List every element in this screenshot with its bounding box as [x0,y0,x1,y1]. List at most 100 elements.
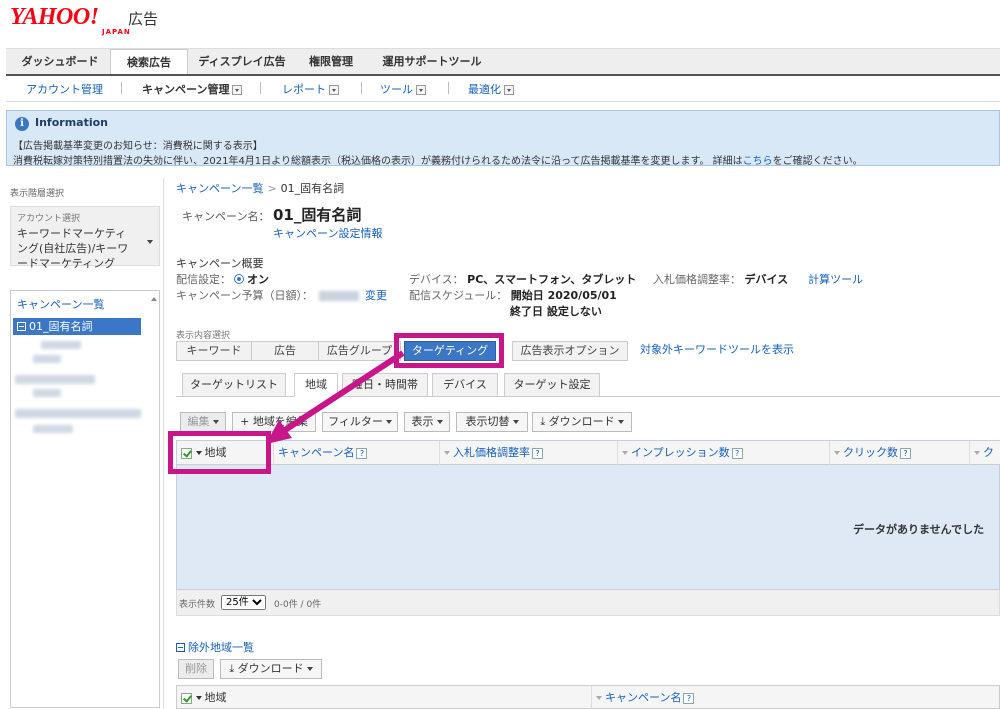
negative-keyword-tool-link[interactable]: 対象外キーワードツールを表示 [640,341,794,357]
budget-setting: キャンペーン予算（日額）： 変更 [176,287,387,303]
record-count: 0-0件 / 0件 [274,600,322,610]
budget-change-link[interactable]: 変更 [365,289,387,302]
sort-icon [974,451,980,455]
col-campaign-name-label: キャンペーン名 [278,446,355,459]
account-selector[interactable]: アカウント選択 キーワードマーケティング(自社広告)/キーワードマーケティング [10,206,160,270]
download-icon: ⤓ [540,415,549,428]
nav-report[interactable]: レポート [282,81,339,97]
delivery-label: 配信設定： [176,273,231,286]
caret-down-icon [436,420,443,424]
col-campaign-name[interactable]: キャンペーン名? [273,441,439,465]
tab-permissions[interactable]: 権限管理 [296,49,366,75]
col-bid-adjustment-label: 入札価格調整率 [453,446,530,459]
radio-on-icon[interactable] [234,274,244,284]
help-icon[interactable]: ? [683,692,695,704]
help-icon[interactable]: ? [532,447,543,459]
subtab-device[interactable]: デバイス [432,373,498,397]
nav-optimize[interactable]: 最適化 [468,81,514,97]
filter-button[interactable]: フィルター [322,412,398,432]
tab-support-tools[interactable]: 運用サポートツール [370,49,494,75]
campaign-list-link[interactable]: キャンペーン一覧 [17,296,104,312]
nav-divider [121,82,122,94]
tab-dashboard[interactable]: ダッシュボード [14,49,106,75]
campaign-settings-link[interactable]: キャンペーン設定情報 [273,225,382,241]
nav-campaign-label: キャンペーン管理 [142,83,230,96]
download-button[interactable]: ⤓ ダウンロード [532,412,632,432]
info-details-link[interactable]: こちら [743,156,773,167]
help-icon[interactable]: ? [356,447,368,459]
edit-button[interactable]: 編集 [180,412,226,432]
filter-button-label: フィルター [328,415,383,428]
caret-down-icon [212,420,219,424]
device-value: PC、スマートフォン、タブレット [467,273,637,286]
col-impressions[interactable]: インプレッション数? [617,441,829,465]
nav-account-management[interactable]: アカウント管理 [26,81,103,97]
grid-toolbar: 編集 + 地域を編集 フィルター 表示 表示切替 ⤓ ダウンロード [176,412,1000,434]
edit-region-button[interactable]: + 地域を編集 [232,412,316,432]
tab-display-ads[interactable]: ディスプレイ広告 [192,49,292,75]
campaign-tree: キャンペーン一覧 01_固有名詞 [10,290,160,708]
info-body-text: 消費税転嫁対策特別措置法の失効に伴い、2021年4月1日より総額表示（税込価格の… [13,156,743,167]
view-tab-keyword[interactable]: キーワード [176,341,252,361]
tab-search-ads[interactable]: 検索広告 [110,49,188,76]
excluded-download-label: ダウンロード [237,662,304,675]
scroll-up-icon[interactable] [151,297,157,301]
col-clipped[interactable]: ク [969,441,1000,465]
view-tab-ads[interactable]: 広告 [251,341,319,361]
view-switch-label: 表示切替 [465,415,510,428]
subtab-target-list[interactable]: ターゲットリスト [182,373,286,397]
calc-tool-link[interactable]: 計算ツール [808,273,863,286]
logo-main: YAHOO! [10,4,99,30]
highlight-box-region-column [168,431,271,474]
plus-icon: + [240,415,253,428]
summary-title: キャンペーン概要 [176,257,264,270]
hierarchy-label: 表示階層選択 [10,189,65,199]
subtab-day-time[interactable]: 曜日・時間帯 [342,373,428,397]
display-button[interactable]: 表示 [404,412,450,432]
device-setting: デバイス： PC、スマートフォン、タブレット [409,271,636,287]
schedule-label: 配信スケジュール： [409,289,508,302]
chevron-down-icon [504,85,514,95]
nav-campaign-management[interactable]: キャンペーン管理 [142,81,243,97]
excluded-col-campaign-name[interactable]: キャンペーン名? [591,686,999,709]
col-clicks[interactable]: クリック数? [829,441,969,465]
blurred-item [15,375,95,384]
excluded-regions-title: 除外地域一覧 [188,641,254,654]
nav-tool[interactable]: ツール [380,81,426,97]
view-tab-ad-extensions[interactable]: 広告表示オプション [512,341,628,361]
col-bid-adjustment[interactable]: 入札価格調整率? [439,441,617,465]
account-selector-value: キーワードマーケティング(自社広告)/キーワードマーケティング [17,227,129,270]
collapse-icon[interactable] [176,643,185,652]
download-button-label: ダウンロード [548,415,615,428]
subtab-region[interactable]: 地域 [294,373,338,397]
help-icon[interactable]: ? [731,447,743,459]
campaign-tree-item-selected[interactable]: 01_固有名詞 [13,318,141,335]
edit-button-label: 編集 [187,415,210,428]
download-icon: ⤓ [229,662,238,675]
bid-label: 入札価格調整率： [653,273,741,286]
targeting-sub-tabs: ターゲットリスト 地域 曜日・時間帯 デバイス ターゲット設定 [176,373,1000,397]
excluded-col-region[interactable]: 地域 [177,686,591,709]
select-all-checkbox[interactable] [181,692,192,704]
excluded-download-button[interactable]: ⤓ ダウンロード [220,659,322,679]
page-size-select[interactable]: 25件 [221,595,266,610]
blurred-item [41,341,81,349]
caret-down-icon [306,667,313,671]
subtab-target-settings[interactable]: ターゲット設定 [504,373,600,397]
help-icon[interactable]: ? [900,447,911,459]
info-body: 消費税転嫁対策特別措置法の失効に伴い、2021年4月1日より総額表示（税込価格の… [13,152,863,167]
delete-button[interactable]: 削除 [178,659,214,679]
col-impressions-label: インプレッション数 [631,446,730,459]
excluded-regions-header[interactable]: 除外地域一覧 [176,639,254,655]
logo-product: 広告 [128,10,159,28]
breadcrumb-root[interactable]: キャンペーン一覧 [176,182,263,195]
collapse-icon[interactable] [17,322,26,331]
budget-label: キャンペーン予算（日額）： [176,289,313,302]
yahoo-ads-logo[interactable]: YAHOO! JAPAN 広告 [10,4,158,36]
view-tab-ad-group[interactable]: 広告グループ [318,341,401,361]
schedule-end: 終了日 設定しない [510,303,602,319]
empty-message: データがありませんでした [853,523,985,536]
view-switch-button[interactable]: 表示切替 [456,412,528,432]
region-grid: 地域 キャンペーン名? 入札価格調整率? インプレッション数? クリック数? ク… [168,431,1000,590]
chevron-down-icon [147,240,153,244]
